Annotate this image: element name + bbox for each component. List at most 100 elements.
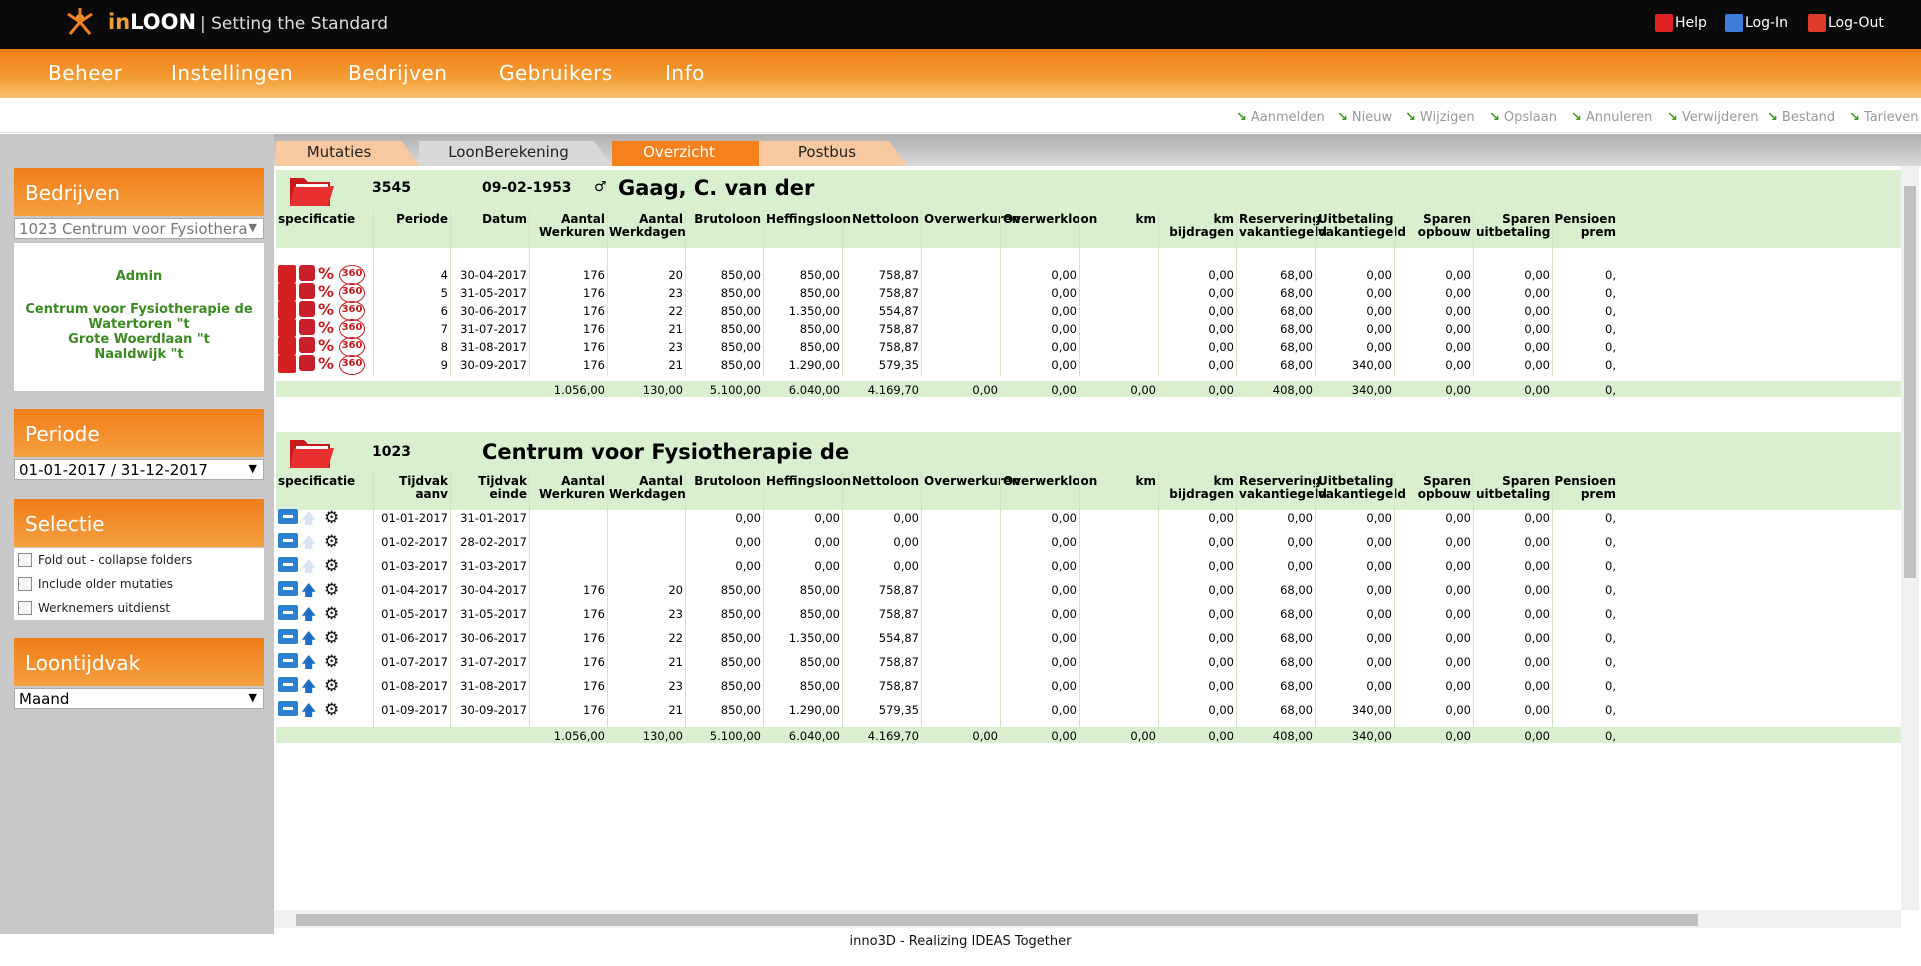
vertical-scroll-thumb[interactable]	[1904, 186, 1916, 578]
table-row[interactable]: % 360 9 30-09-2017 176 21 850,00 1.290,00 579,35…	[276, 354, 1901, 375]
nav-info[interactable]: Info	[665, 61, 705, 85]
column-header[interactable]: Sparen opbouw	[1397, 213, 1471, 239]
collapse-icon[interactable]	[278, 581, 298, 596]
payslip-icon[interactable]	[299, 337, 315, 353]
collapse-icon[interactable]	[278, 677, 298, 692]
login-link[interactable]: Log-In	[1725, 14, 1788, 32]
checkbox[interactable]	[18, 553, 32, 567]
collapse-icon[interactable]	[278, 653, 298, 668]
pdf-icon[interactable]	[278, 337, 296, 355]
tab-postbus[interactable]: Postbus	[762, 139, 892, 166]
column-header[interactable]: Heffingsloon	[766, 475, 851, 488]
collapse-icon[interactable]	[278, 701, 298, 716]
column-header[interactable]: Brutoloon	[687, 213, 761, 226]
column-header[interactable]: km	[1082, 475, 1156, 488]
column-header[interactable]: Overwerkuren	[924, 475, 1020, 488]
payslip-icon[interactable]	[299, 265, 315, 281]
table-row[interactable]: 🡅 ⚙ 01-04-2017 30-04-2017 176 20 850,00 850,00 7…	[276, 579, 1901, 599]
column-header[interactable]: Overwerkuren	[924, 213, 1020, 226]
table-row[interactable]: 🡅 ⚙ 01-03-2017 31-03-2017 0,00 0,00 0,00 0,00 0,…	[276, 555, 1901, 575]
column-header[interactable]: Reservering vakantiegeld	[1239, 213, 1327, 239]
upload-icon[interactable]: 🡅	[301, 677, 321, 695]
brand-name[interactable]: inLOON	[108, 10, 196, 34]
table-row[interactable]: % 360 4 30-04-2017 176 20 850,00 850,00 758,87 0,…	[276, 264, 1901, 285]
table-row[interactable]: 🡅 ⚙ 01-09-2017 30-09-2017 176 21 850,00 1.290,0…	[276, 699, 1901, 719]
nav-beheer[interactable]: Beheer	[48, 61, 123, 85]
payslip-icon[interactable]	[299, 355, 315, 371]
column-header[interactable]: Tijdvak aanv	[374, 475, 448, 501]
pdf-icon[interactable]	[278, 301, 296, 319]
table-row[interactable]: 🡅 ⚙ 01-08-2017 31-08-2017 176 23 850,00 850,00 7…	[276, 675, 1901, 695]
gear-icon[interactable]: ⚙	[324, 653, 342, 671]
column-header[interactable]: Nettoloon	[845, 213, 919, 226]
column-header[interactable]: km bijdragen	[1160, 213, 1234, 239]
horizontal-scroll-thumb[interactable]	[296, 914, 1698, 926]
upload-icon[interactable]: 🡅	[301, 533, 321, 551]
upload-icon[interactable]: 🡅	[301, 509, 321, 527]
column-header[interactable]: Datum	[453, 213, 527, 226]
column-header[interactable]: specificatie	[278, 213, 355, 226]
gear-icon[interactable]: ⚙	[324, 509, 342, 527]
collapse-icon[interactable]	[278, 605, 298, 620]
column-header[interactable]: Reservering vakantiegeld	[1239, 475, 1327, 501]
upload-icon[interactable]: 🡅	[301, 701, 321, 719]
column-header[interactable]: Overwerkloon	[1003, 213, 1097, 226]
nav-bedrijven[interactable]: Bedrijven	[348, 61, 447, 85]
upload-icon[interactable]: 🡅	[301, 605, 321, 623]
uitdienst-option[interactable]: Werknemers uitdienst	[18, 601, 170, 615]
action-bestand[interactable]: ↘ Bestand	[1767, 110, 1835, 125]
action-aanmelden[interactable]: ↘ Aanmelden	[1236, 110, 1325, 125]
nav-instellingen[interactable]: Instellingen	[171, 61, 293, 85]
gear-icon[interactable]: ⚙	[324, 701, 342, 719]
column-header[interactable]: Overwerkloon	[1003, 475, 1097, 488]
upload-icon[interactable]: 🡅	[301, 629, 321, 647]
table-row[interactable]: 🡅 ⚙ 01-07-2017 31-07-2017 176 21 850,00 850,00 7…	[276, 651, 1901, 671]
action-verwijderen[interactable]: ↘ Verwijderen	[1667, 110, 1759, 125]
pdf-icon[interactable]	[278, 265, 296, 283]
nav-gebruikers[interactable]: Gebruikers	[499, 61, 613, 85]
payslip-icon[interactable]	[299, 283, 315, 299]
pdf-icon[interactable]	[278, 283, 296, 301]
column-header[interactable]: Sparen uitbetaling	[1476, 213, 1550, 239]
gear-icon[interactable]: ⚙	[324, 533, 342, 551]
gear-icon[interactable]: ⚙	[324, 629, 342, 647]
percent-icon[interactable]: %	[318, 265, 336, 283]
collapse-icon[interactable]	[278, 533, 298, 548]
gear-icon[interactable]: ⚙	[324, 605, 342, 623]
action-tarieven[interactable]: ↘ Tarieven	[1849, 110, 1919, 125]
table-row[interactable]: % 360 6 30-06-2017 176 22 850,00 1.350,00 554,87…	[276, 300, 1901, 321]
column-header[interactable]: Pensioen prem	[1542, 213, 1616, 239]
table-row[interactable]: 🡅 ⚙ 01-01-2017 31-01-2017 0,00 0,00 0,00 0,00 0,…	[276, 507, 1901, 527]
payslip-icon[interactable]	[299, 301, 315, 317]
gear-icon[interactable]: ⚙	[324, 677, 342, 695]
table-row[interactable]: % 360 5 31-05-2017 176 23 850,00 850,00 758,87 0,…	[276, 282, 1901, 303]
table-row[interactable]: % 360 7 31-07-2017 176 21 850,00 850,00 758,87 0,…	[276, 318, 1901, 339]
table-row[interactable]: 🡅 ⚙ 01-06-2017 30-06-2017 176 22 850,00 1.350,0…	[276, 627, 1901, 647]
checkbox[interactable]	[18, 601, 32, 615]
fold-out-option[interactable]: Fold out - collapse folders	[18, 553, 192, 567]
column-header[interactable]: specificatie	[278, 475, 355, 488]
column-header[interactable]: Aantal Werkdagen	[609, 213, 686, 239]
folder-icon[interactable]	[288, 434, 334, 470]
column-header[interactable]: Aantal Werkuren	[531, 213, 605, 239]
action-nieuw[interactable]: ↘ Nieuw	[1337, 110, 1392, 125]
column-header[interactable]: Nettoloon	[845, 475, 919, 488]
table-row[interactable]: % 360 8 31-08-2017 176 23 850,00 850,00 758,87 0,…	[276, 336, 1901, 357]
include-older-option[interactable]: Include older mutaties	[18, 577, 173, 591]
collapse-icon[interactable]	[278, 629, 298, 644]
table-row[interactable]: 🡅 ⚙ 01-05-2017 31-05-2017 176 23 850,00 850,00 7…	[276, 603, 1901, 623]
column-header[interactable]: Aantal Werkdagen	[609, 475, 686, 501]
column-header[interactable]: km bijdragen	[1160, 475, 1234, 501]
tab-overzicht[interactable]: Overzicht	[614, 139, 744, 166]
column-header[interactable]: Pensioen prem	[1542, 475, 1616, 501]
loontijdvak-select[interactable]: Maand ▼	[14, 688, 264, 709]
upload-icon[interactable]: 🡅	[301, 653, 321, 671]
folder-icon[interactable]	[288, 172, 334, 208]
action-wijzigen[interactable]: ↘ Wijzigen	[1405, 110, 1475, 125]
tab-loonberekening[interactable]: LoonBerekening	[421, 139, 596, 166]
percent-icon[interactable]: %	[318, 283, 336, 301]
view-360-icon[interactable]: 360	[339, 355, 365, 375]
bedrijven-select[interactable]: 1023 Centrum voor Fysiothera ▼	[14, 218, 264, 239]
help-link[interactable]: Help	[1655, 14, 1707, 32]
action-opslaan[interactable]: ↘ Opslaan	[1489, 110, 1557, 125]
